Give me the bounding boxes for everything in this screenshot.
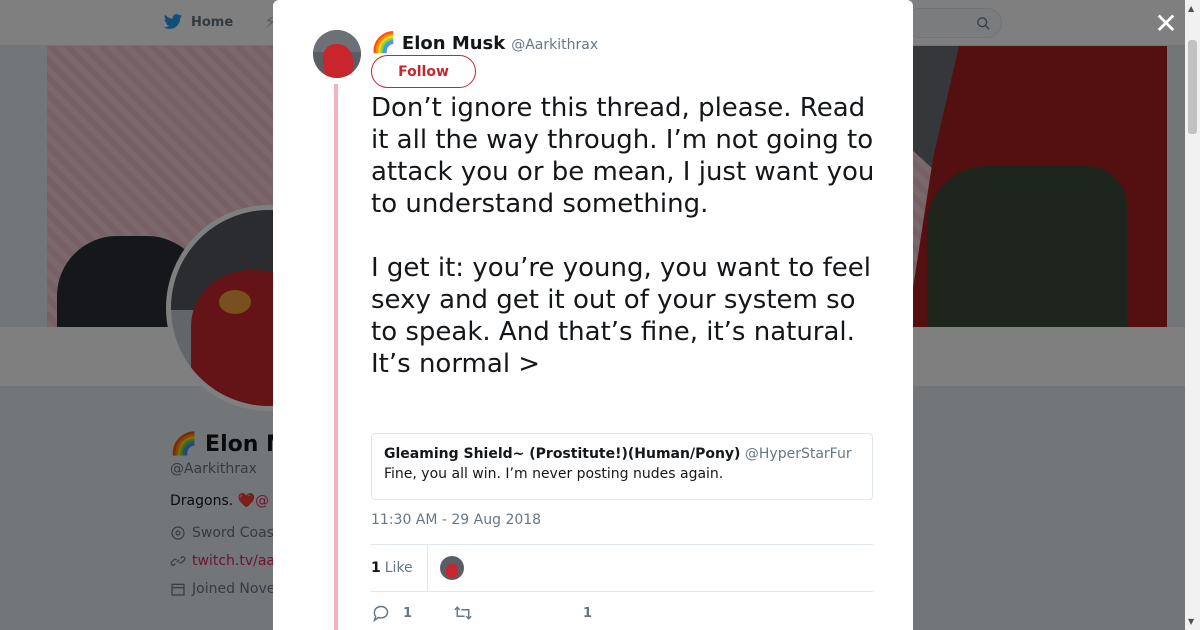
thread-line (334, 84, 338, 630)
author-avatar[interactable] (313, 30, 361, 78)
likes-stat[interactable]: 1 Like (371, 544, 428, 592)
reply-count: 1 (403, 605, 413, 621)
quoted-author-name: Gleaming Shield~ (Prostitute!)(Human/Pon… (384, 446, 741, 462)
reply-icon (373, 605, 389, 622)
page-scrollbar[interactable]: ▲ ▼ (1185, 0, 1200, 630)
tweet-modal: 🌈 Elon Musk @Aarkithrax Follow ⌄ Don’t i… (273, 0, 913, 630)
tweet-actions: 1 1 (371, 600, 873, 626)
likes-count: 1 (371, 560, 381, 576)
liker-avatar[interactable] (439, 556, 464, 580)
quoted-tweet-header: Gleaming Shield~ (Prostitute!)(Human/Pon… (384, 446, 860, 462)
close-icon[interactable]: ✕ (1152, 10, 1180, 38)
follow-button[interactable]: Follow (371, 55, 476, 88)
quoted-author-handle: @HyperStarFur (744, 446, 852, 462)
rainbow-emoji: 🌈 (371, 30, 396, 54)
likes-label: Like (384, 560, 413, 576)
scroll-down-arrow-icon[interactable]: ▼ (1188, 617, 1194, 626)
author-name[interactable]: Elon Musk (402, 33, 505, 54)
tweet-stats: 1 Like (371, 544, 873, 592)
retweet-icon (454, 606, 472, 620)
tweet-timestamp[interactable]: 11:30 AM - 29 Aug 2018 (371, 512, 541, 528)
scroll-up-arrow-icon[interactable]: ▲ (1188, 4, 1194, 13)
like-count: 1 (583, 605, 593, 621)
tweet-text: Don’t ignore this thread, please. Read i… (371, 93, 875, 379)
author-row: 🌈 Elon Musk @Aarkithrax (371, 30, 598, 54)
retweet-button[interactable] (453, 604, 551, 622)
quoted-tweet-text: Fine, you all win. I’m never posting nud… (384, 466, 724, 482)
like-button[interactable]: 1 (551, 604, 592, 622)
author-handle[interactable]: @Aarkithrax (511, 37, 598, 53)
reply-button[interactable]: 1 (371, 604, 453, 622)
quoted-tweet[interactable]: Gleaming Shield~ (Prostitute!)(Human/Pon… (371, 433, 873, 500)
scrollbar-thumb[interactable] (1188, 40, 1197, 134)
